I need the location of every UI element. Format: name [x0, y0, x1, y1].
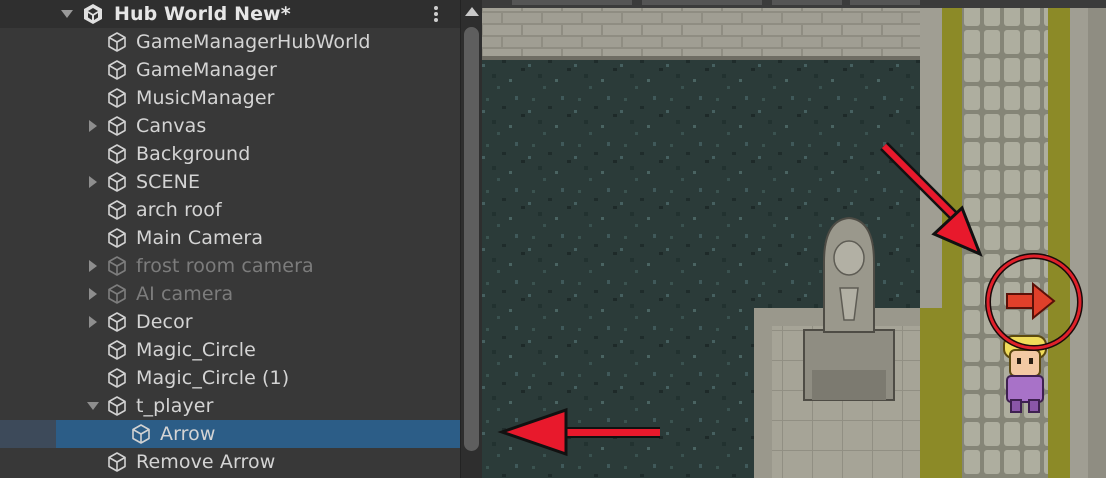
hierarchy-item[interactable]: Canvas: [0, 112, 460, 140]
chevron-right-icon[interactable]: [86, 119, 100, 133]
cube-icon: [106, 143, 128, 165]
scene-canvas[interactable]: [482, 0, 1106, 478]
hierarchy-item[interactable]: AI camera: [0, 280, 460, 308]
cube-icon: [106, 339, 128, 361]
cube-icon: [130, 423, 152, 445]
hierarchy-item[interactable]: Decor: [0, 308, 460, 336]
top-brick-wall: [482, 8, 922, 58]
hierarchy-item-label: MusicManager: [136, 87, 275, 109]
hierarchy-item-label: Magic_Circle: [136, 339, 256, 361]
hierarchy-item-label: Main Camera: [136, 227, 264, 249]
hierarchy-item-label: SCENE: [136, 171, 201, 193]
cube-icon: [106, 31, 128, 53]
hierarchy-item[interactable]: Magic_Circle (1): [0, 364, 460, 392]
hierarchy-item-label: Magic_Circle (1): [136, 367, 290, 389]
hierarchy-item[interactable]: Main Camera: [0, 224, 460, 252]
hierarchy-item[interactable]: MusicManager: [0, 84, 460, 112]
wall-ledge: [482, 56, 922, 60]
scene-header-row[interactable]: Hub World New*: [0, 0, 460, 28]
cube-icon: [106, 451, 128, 473]
hierarchy-item[interactable]: GameManager: [0, 56, 460, 84]
hierarchy-panel: Hub World New* GameManagerHubWorld GameMa…: [0, 0, 460, 478]
cube-icon: [106, 283, 128, 305]
cube-icon: [106, 367, 128, 389]
hierarchy-item-label: Arrow: [160, 423, 216, 445]
cube-icon: [106, 255, 128, 277]
chevron-down-icon[interactable]: [60, 7, 74, 21]
cube-icon: [106, 115, 128, 137]
chevron-right-icon[interactable]: [86, 175, 100, 189]
chevron-right-icon[interactable]: [86, 287, 100, 301]
toolbar-tab: [642, 0, 762, 5]
hierarchy-item[interactable]: Arrow: [0, 420, 460, 448]
hierarchy-item-label: AI camera: [136, 283, 234, 305]
hierarchy-item-label: t_player: [136, 395, 214, 417]
hierarchy-item[interactable]: SCENE: [0, 168, 460, 196]
cube-icon: [106, 171, 128, 193]
cube-icon: [106, 59, 128, 81]
hierarchy-item[interactable]: t_player: [0, 392, 460, 420]
cube-icon: [106, 199, 128, 221]
hierarchy-item-label: GameManagerHubWorld: [136, 31, 371, 53]
hierarchy-item[interactable]: Background: [0, 140, 460, 168]
hierarchy-item[interactable]: frost room camera: [0, 252, 460, 280]
cube-icon: [106, 311, 128, 333]
walkway-left-border: [920, 8, 942, 308]
walkway-edge: [1088, 8, 1106, 478]
hierarchy-item-label: frost room camera: [136, 255, 314, 277]
toolbar-tab: [512, 0, 632, 5]
cube-icon: [106, 87, 128, 109]
hierarchy-item[interactable]: GameManagerHubWorld: [0, 28, 460, 56]
hierarchy-item[interactable]: Magic_Circle: [0, 336, 460, 364]
unity-logo-icon: [82, 3, 104, 25]
hierarchy-item-label: arch roof: [136, 199, 222, 221]
chevron-right-icon[interactable]: [86, 315, 100, 329]
toolbar-tab: [772, 0, 842, 5]
hierarchy-item-label: Background: [136, 143, 251, 165]
hierarchy-item-label: GameManager: [136, 59, 277, 81]
hierarchy-item-label: Decor: [136, 311, 193, 333]
hierarchy-item[interactable]: arch roof: [0, 196, 460, 224]
hierarchy-item-label: Canvas: [136, 115, 207, 137]
hierarchy-item[interactable]: Remove Arrow: [0, 448, 460, 476]
cube-icon: [106, 227, 128, 249]
scrollbar-thumb[interactable]: [464, 27, 479, 451]
chevron-right-icon[interactable]: [86, 259, 100, 273]
cube-icon: [106, 395, 128, 417]
selection-gutter: [0, 420, 56, 448]
hierarchy-item-label: Remove Arrow: [136, 451, 276, 473]
hierarchy-scrollbar[interactable]: [460, 0, 482, 478]
scene-title: Hub World New*: [114, 3, 291, 25]
scene-view[interactable]: [482, 0, 1106, 478]
toolbar-tab: [850, 0, 920, 5]
chevron-down-icon[interactable]: [86, 399, 100, 413]
moss-strip: [920, 308, 944, 478]
scroll-up-arrow-icon[interactable]: [465, 7, 479, 16]
kebab-menu-icon[interactable]: [430, 5, 442, 23]
